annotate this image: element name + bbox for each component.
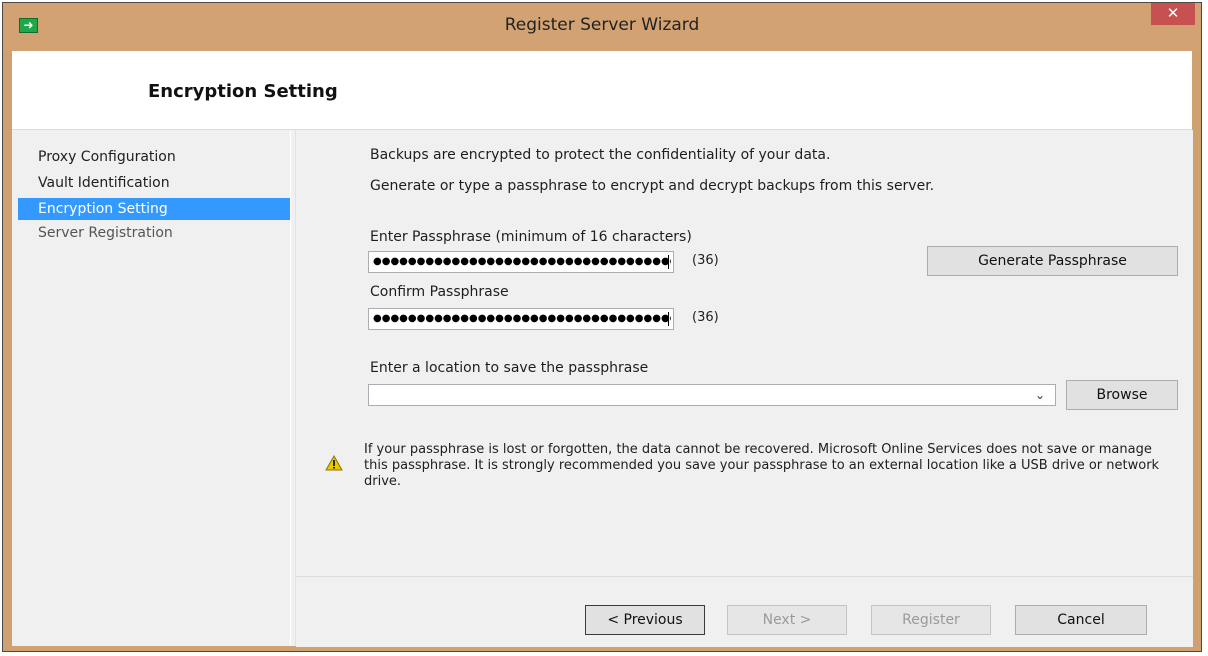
text-caret [668,255,669,269]
sidebar-item-encryption-setting[interactable]: Encryption Setting [18,198,290,220]
wizard-header: Encryption Setting [12,51,1192,130]
intro-text-2: Generate or type a passphrase to encrypt… [370,178,935,194]
sidebar-item-vault-identification[interactable]: Vault Identification [18,172,290,194]
warning-message: If your passphrase is lost or forgotten,… [364,442,1160,489]
confirm-passphrase-label: Confirm Passphrase [370,284,509,300]
window-title: Register Server Wizard [504,15,700,35]
page-title: Encryption Setting [148,81,338,102]
passphrase-label: Enter Passphrase (minimum of 16 characte… [370,229,692,245]
text-caret [668,312,669,326]
register-button: Register [871,605,991,635]
generate-passphrase-button[interactable]: Generate Passphrase [927,246,1178,276]
confirm-masked-value: ●●●●●●●●●●●●●●●●●●●●●●●●●●●●●●●●●●●● [373,313,671,324]
warning-icon [325,455,343,471]
title-bar[interactable]: ➜ Register Server Wizard ✕ [3,3,1201,51]
passphrase-masked-value: ●●●●●●●●●●●●●●●●●●●●●●●●●●●●●●●●●●●● [373,256,671,267]
chevron-down-icon[interactable]: ⌄ [1035,388,1045,402]
wizard-footer: < Previous Next > Register Cancel [296,576,1193,647]
passphrase-length: (36) [692,253,719,268]
wizard-step-list: Proxy Configuration Vault Identification… [12,130,291,646]
next-button: Next > [727,605,847,635]
location-combobox[interactable]: ⌄ [368,384,1056,406]
wizard-window: ➜ Register Server Wizard ✕ Encryption Se… [2,2,1202,652]
cancel-button[interactable]: Cancel [1015,605,1147,635]
confirm-passphrase-length: (36) [692,310,719,325]
intro-text-1: Backups are encrypted to protect the con… [370,147,831,163]
wizard-client-area: Encryption Setting Proxy Configuration V… [12,51,1193,647]
sidebar-item-proxy-configuration[interactable]: Proxy Configuration [18,146,290,168]
browse-button[interactable]: Browse [1066,380,1178,410]
confirm-passphrase-field[interactable]: ●●●●●●●●●●●●●●●●●●●●●●●●●●●●●●●●●●●● [368,308,674,330]
previous-button[interactable]: < Previous [585,605,705,635]
sidebar-item-server-registration: Server Registration [38,225,173,241]
step-content: Backups are encrypted to protect the con… [295,130,1193,647]
location-label: Enter a location to save the passphrase [370,360,649,376]
close-button[interactable]: ✕ [1151,3,1195,25]
passphrase-field[interactable]: ●●●●●●●●●●●●●●●●●●●●●●●●●●●●●●●●●●●● [368,251,674,273]
